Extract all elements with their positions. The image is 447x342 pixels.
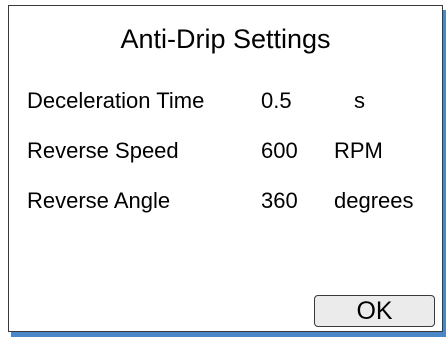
setting-unit: RPM [334, 138, 383, 163]
anti-drip-settings-dialog: Anti-Drip Settings Deceleration Time 0.5… [8, 5, 443, 332]
dialog-title: Anti-Drip Settings [120, 24, 331, 54]
ok-button[interactable]: OK [314, 295, 435, 327]
setting-unit: degrees [334, 188, 414, 213]
setting-value: 0.5 [261, 88, 292, 113]
setting-label: Reverse Angle [27, 188, 171, 213]
setting-value: 600 [261, 138, 298, 163]
setting-row-reverse-speed: Reverse Speed 600 RPM [27, 136, 442, 166]
setting-row-reverse-angle: Reverse Angle 360 degrees [27, 186, 442, 216]
setting-value: 360 [261, 188, 298, 213]
setting-label: Reverse Speed [27, 138, 179, 163]
setting-unit: s [354, 88, 365, 113]
setting-row-deceleration-time: Deceleration Time 0.5 s [27, 86, 442, 116]
setting-label: Deceleration Time [27, 88, 205, 113]
